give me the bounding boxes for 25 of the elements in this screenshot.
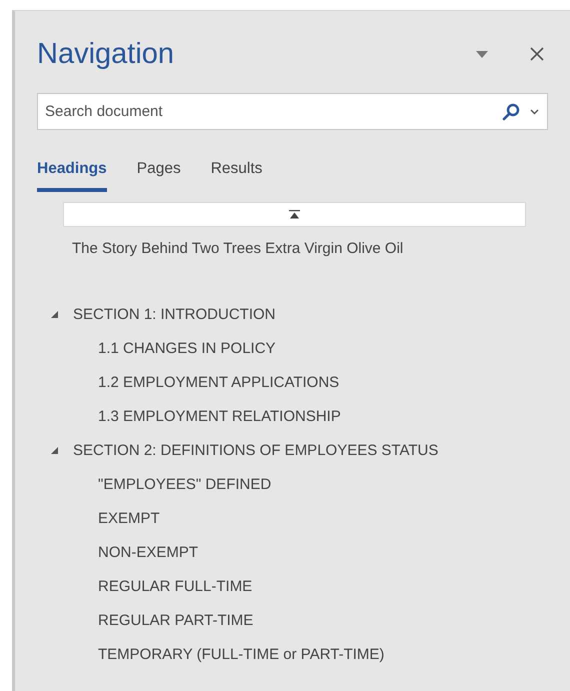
heading-item[interactable]: REGULAR PART-TIME: [98, 612, 254, 628]
dropdown-triangle-icon: [476, 50, 488, 58]
search-box[interactable]: Search document: [37, 93, 548, 130]
scroll-to-top-icon: [289, 210, 300, 219]
heading-item[interactable]: 1.1 CHANGES IN POLICY: [98, 340, 276, 356]
heading-item[interactable]: NON-EXEMPT: [98, 544, 198, 560]
search-field[interactable]: Search document: [43, 102, 502, 121]
close-icon: [530, 47, 544, 61]
pane-title: Navigation: [37, 38, 176, 70]
pane-tab[interactable]: Pages: [136, 160, 181, 192]
heading-item[interactable]: EXEMPT: [98, 510, 160, 526]
pane-tab[interactable]: Headings: [37, 160, 107, 192]
pane-tab[interactable]: Results: [210, 160, 262, 192]
expand-caret-icon[interactable]: [50, 310, 59, 318]
search-icon[interactable]: [502, 102, 520, 120]
heading-item[interactable]: SECTION 1: INTRODUCTION: [73, 306, 276, 322]
heading-item[interactable]: 1.2 EMPLOYMENT APPLICATIONS: [98, 374, 340, 390]
expand-caret-icon[interactable]: [50, 446, 59, 454]
heading-item[interactable]: "EMPLOYEES" DEFINED: [98, 476, 272, 492]
heading-item[interactable]: 1.3 EMPLOYMENT RELATIONSHIP: [98, 408, 341, 424]
heading-item[interactable]: TEMPORARY (FULL-TIME or PART-TIME): [98, 646, 384, 662]
chevron-down-icon[interactable]: [530, 108, 539, 114]
heading-item[interactable]: REGULAR FULL-TIME: [98, 578, 252, 594]
heading-item[interactable]: The Story Behind Two Trees Extra Virgin Olive Oil: [72, 240, 404, 256]
heading-item[interactable]: SECTION 2: DEFINITIONS OF EMPLOYEES STATUS: [73, 442, 438, 458]
